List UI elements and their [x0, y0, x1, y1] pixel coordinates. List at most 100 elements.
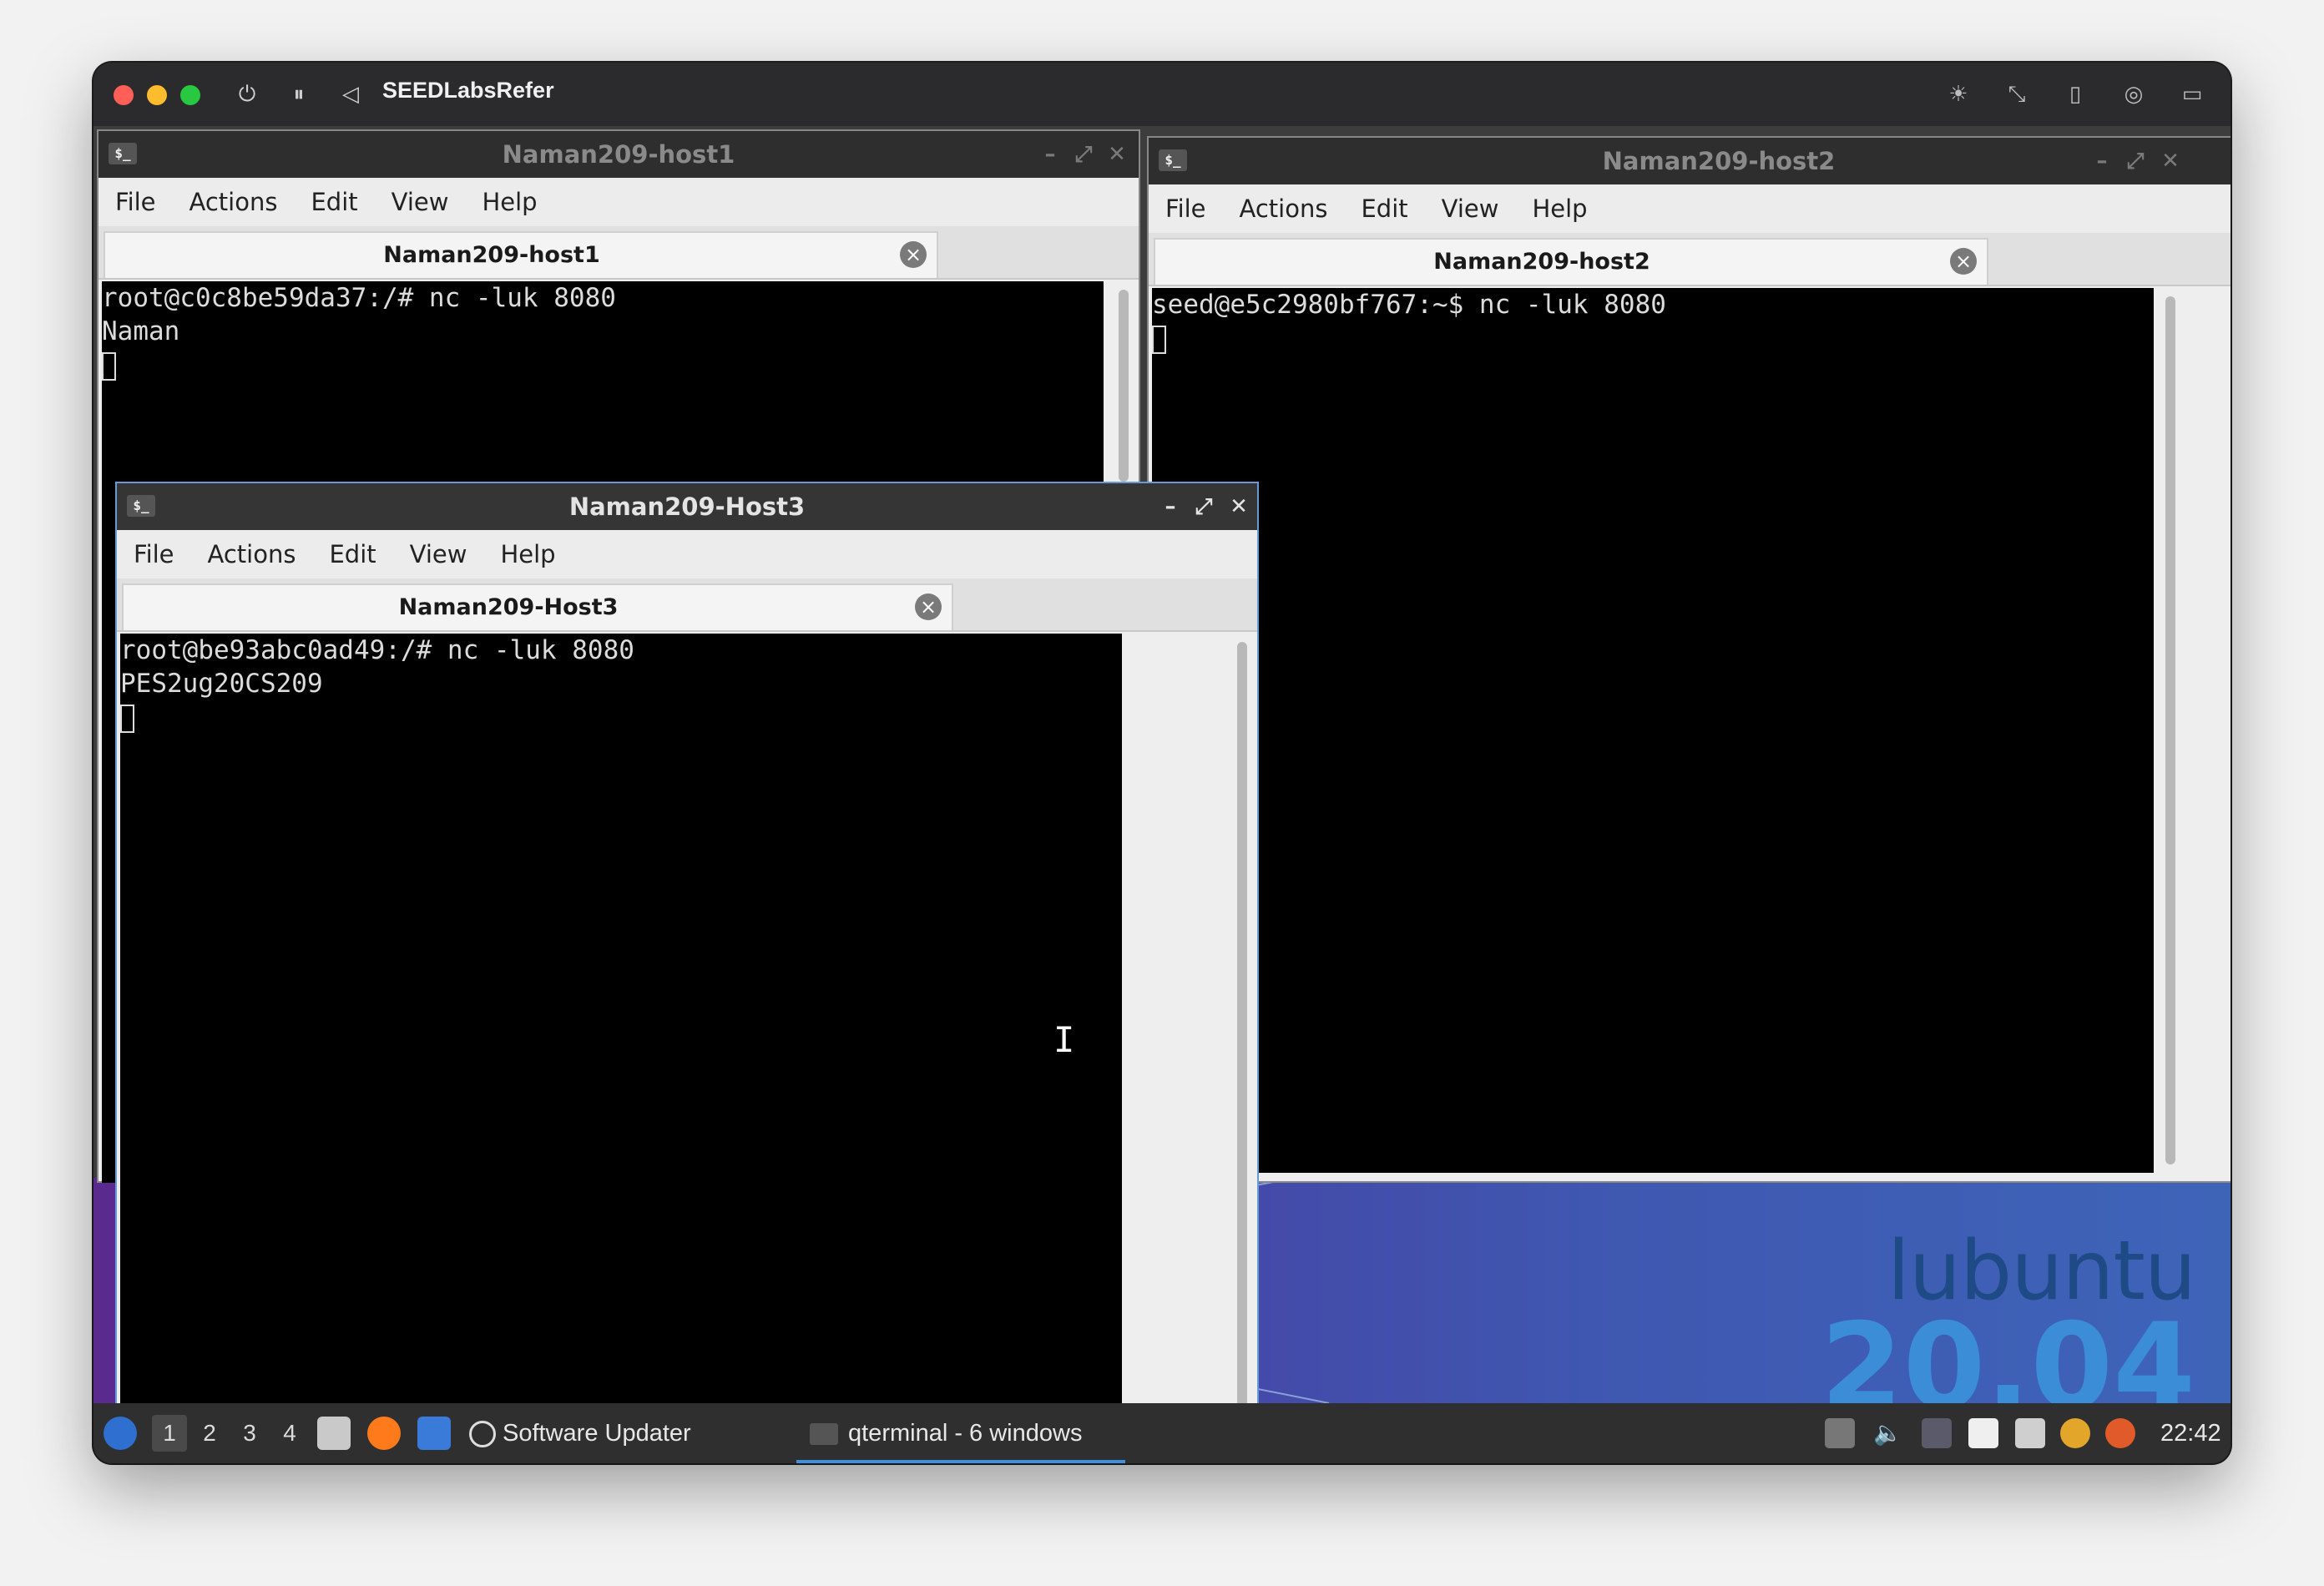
maximize-icon[interactable]: ⤢: [1189, 492, 1219, 522]
terminal-line: Naman: [102, 316, 180, 346]
menu-edit[interactable]: Edit: [1344, 194, 1424, 223]
file-manager-icon[interactable]: [317, 1417, 351, 1450]
menu-actions[interactable]: Actions: [191, 540, 313, 568]
qterminal-task[interactable]: qterminal - 6 windows: [796, 1403, 1125, 1463]
menu-edit[interactable]: Edit: [294, 188, 374, 216]
tab-host2[interactable]: Naman209-host2 ×: [1154, 238, 1988, 285]
minimize-window-button[interactable]: [147, 85, 167, 105]
update-icon[interactable]: [2105, 1418, 2135, 1448]
terminal-line: PES2ug20CS209: [120, 669, 323, 699]
tab-close-icon[interactable]: ×: [915, 593, 942, 620]
vm-title: SEEDLabsRefer: [382, 78, 554, 103]
network-icon[interactable]: [2060, 1418, 2090, 1448]
lubuntu-logo: lubuntu 20.04: [1821, 1230, 2196, 1403]
tab-close-icon[interactable]: ×: [900, 241, 927, 268]
workspace-3[interactable]: 3: [232, 1415, 267, 1452]
clock[interactable]: 22:42: [2160, 1403, 2221, 1463]
notification-icon[interactable]: [1922, 1418, 1952, 1448]
text-cursor: [1152, 325, 1166, 354]
terminal-app-icon: $_: [109, 143, 137, 164]
menu-view[interactable]: View: [375, 188, 466, 216]
menu-edit[interactable]: Edit: [312, 540, 392, 568]
back-icon[interactable]: ◁: [336, 79, 366, 109]
minimize-icon[interactable]: –: [1155, 492, 1185, 522]
text-cursor: [120, 704, 134, 733]
scrollbar[interactable]: [2165, 296, 2175, 1164]
scrollbar[interactable]: [1237, 642, 1247, 1403]
share-icon[interactable]: ◎: [2119, 79, 2149, 109]
terminal-host3[interactable]: $_ Naman209-Host3 – ⤢ ✕ File Actions Edi…: [115, 482, 1259, 1403]
software-updater-icon: [469, 1421, 496, 1448]
terminal-screen[interactable]: seed@e5c2980bf767:~$ nc -luk 8080: [1152, 288, 2154, 1173]
folder-icon[interactable]: ▭: [2177, 79, 2207, 109]
zoom-window-button[interactable]: [180, 85, 200, 105]
terminal-line: seed@e5c2980bf767:~$ nc -luk 8080: [1152, 290, 1666, 320]
display-icon[interactable]: [2015, 1418, 2045, 1448]
menu-bar: File Actions Edit View Help: [117, 530, 1257, 578]
resize-icon[interactable]: ⤡: [2002, 79, 2032, 109]
vm-window: ⏻ ⏸ ◁ SEEDLabsRefer ☀ ⤡ ▯ ◎ ▭ lubuntu 20…: [93, 63, 2231, 1463]
usb-icon[interactable]: ▯: [2060, 79, 2090, 109]
maximize-icon[interactable]: ⤢: [2120, 146, 2150, 176]
desktop-icon[interactable]: [417, 1417, 451, 1450]
minimize-icon[interactable]: –: [2087, 146, 2117, 176]
terminal-task-icon: [810, 1423, 838, 1446]
tab-label: Naman209-Host3: [398, 594, 619, 620]
menu-file[interactable]: File: [1149, 194, 1223, 223]
tab-host1[interactable]: Naman209-host1 ×: [104, 231, 938, 278]
terminal-titlebar[interactable]: $_ Naman209-host2 – ⤢ ✕: [1149, 138, 2231, 184]
terminal-host2[interactable]: $_ Naman209-host2 – ⤢ ✕ File Actions Edi…: [1147, 136, 2231, 1183]
software-updater-button[interactable]: Software Updater: [469, 1403, 691, 1463]
menu-bar: File Actions Edit View Help: [1149, 184, 2231, 233]
brightness-icon[interactable]: ☀: [1943, 79, 1973, 109]
volume-icon[interactable]: 🔈: [1873, 1418, 1903, 1448]
clipboard-tray-icon[interactable]: [1825, 1418, 1855, 1448]
taskbar: 1 2 3 4 Software Updater qterminal - 6 w…: [93, 1403, 2231, 1463]
close-icon[interactable]: ✕: [2155, 146, 2185, 176]
menu-actions[interactable]: Actions: [173, 188, 295, 216]
terminal-app-icon: $_: [127, 495, 155, 517]
tab-bar: Naman209-host1 ×: [99, 226, 1139, 280]
terminal-titlebar[interactable]: $_ Naman209-host1 – ⤢ ✕: [99, 131, 1139, 178]
menu-bar: File Actions Edit View Help: [99, 178, 1139, 226]
terminal-screen[interactable]: root@be93abc0ad49:/# nc -luk 8080 PES2ug…: [120, 634, 1122, 1403]
terminal-app-icon: $_: [1159, 149, 1187, 171]
terminal-line: root@be93abc0ad49:/# nc -luk 8080: [120, 635, 634, 665]
menu-help[interactable]: Help: [483, 540, 572, 568]
close-window-button[interactable]: [114, 85, 134, 105]
tab-host3[interactable]: Naman209-Host3 ×: [122, 583, 953, 630]
maximize-icon[interactable]: ⤢: [1069, 139, 1099, 169]
pause-icon[interactable]: ⏸: [284, 79, 314, 109]
task-label: qterminal - 6 windows: [810, 1403, 1082, 1463]
workspace-4[interactable]: 4: [272, 1415, 307, 1452]
menu-file[interactable]: File: [117, 540, 191, 568]
window-title: Naman209-host2: [1602, 147, 1836, 175]
lubuntu-menu-icon[interactable]: [104, 1417, 137, 1450]
menu-help[interactable]: Help: [1515, 194, 1604, 223]
scrollbar[interactable]: [1119, 290, 1129, 482]
menu-file[interactable]: File: [99, 188, 173, 216]
software-updater-label: Software Updater: [503, 1420, 691, 1447]
workspace-1[interactable]: 1: [152, 1415, 187, 1452]
firefox-icon[interactable]: [367, 1417, 401, 1450]
power-icon[interactable]: ⏻: [232, 79, 262, 109]
menu-view[interactable]: View: [393, 540, 484, 568]
tab-bar: Naman209-host2 ×: [1149, 233, 2231, 286]
minimize-icon[interactable]: –: [1035, 139, 1065, 169]
tab-close-icon[interactable]: ×: [1950, 248, 1977, 275]
menu-help[interactable]: Help: [465, 188, 553, 216]
terminal-titlebar[interactable]: $_ Naman209-Host3 – ⤢ ✕: [117, 483, 1257, 530]
vm-titlebar: ⏻ ⏸ ◁ SEEDLabsRefer ☀ ⤡ ▯ ◎ ▭: [93, 63, 2231, 126]
tab-label: Naman209-host1: [383, 242, 600, 268]
window-title: Naman209-host1: [502, 140, 735, 169]
window-title: Naman209-Host3: [568, 492, 806, 521]
menu-actions[interactable]: Actions: [1223, 194, 1345, 223]
mouse-ibeam-cursor: I: [1053, 1019, 1075, 1060]
tab-bar: Naman209-Host3 ×: [117, 578, 1257, 632]
menu-view[interactable]: View: [1425, 194, 1516, 223]
desktop: lubuntu 20.04 $_ Naman209-host1 – ⤢ ✕ Fi…: [93, 126, 2231, 1403]
close-icon[interactable]: ✕: [1102, 139, 1132, 169]
workspace-2[interactable]: 2: [192, 1415, 227, 1452]
close-icon[interactable]: ✕: [1224, 492, 1254, 522]
notes-icon[interactable]: [1968, 1418, 1998, 1448]
